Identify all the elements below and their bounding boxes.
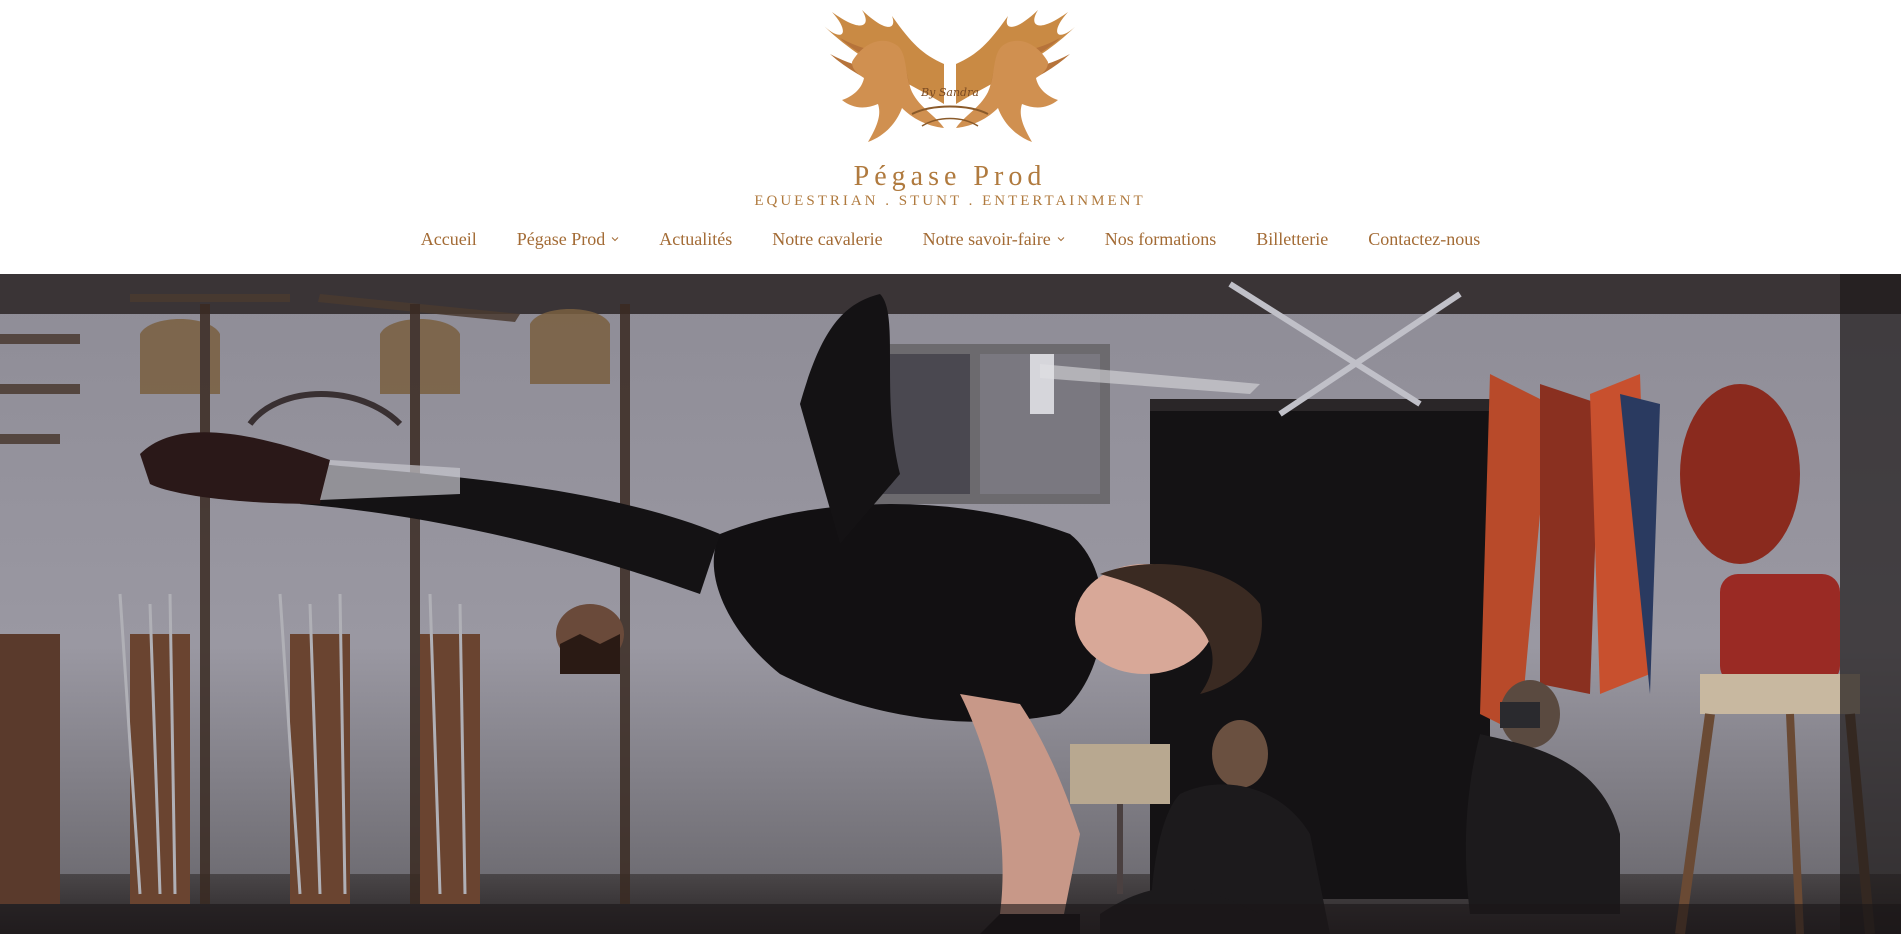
hero-video[interactable] (0, 274, 1901, 934)
nav-item-label: Pégase Prod (516, 228, 606, 249)
hero-video-frame (0, 274, 1901, 934)
chevron-down-icon (1057, 237, 1065, 242)
nav-item-contactez-nous[interactable]: Contactez-nous (1368, 229, 1480, 250)
chevron-down-icon (611, 237, 619, 242)
site-logo[interactable]: By Sandra Pégase Prod EQUESTRIAN . STUNT… (712, 4, 1188, 212)
nav-item-accueil[interactable]: Accueil (421, 229, 477, 250)
winged-horses-emblem-icon: By Sandra (822, 10, 1078, 142)
logo-signature: By Sandra (920, 86, 979, 99)
main-navigation: Accueil Pégase Prod Actualités Notre cav… (0, 224, 1901, 254)
nav-item-billetterie[interactable]: Billetterie (1256, 229, 1328, 250)
nav-item-label: Accueil (420, 228, 477, 249)
nav-item-notre-savoir-faire[interactable]: Notre savoir-faire (923, 229, 1065, 250)
nav-item-label: Notre savoir-faire (922, 228, 1051, 249)
nav-item-label: Nos formations (1104, 228, 1217, 249)
nav-item-label: Contactez-nous (1368, 228, 1481, 249)
site-tagline: EQUESTRIAN . STUNT . ENTERTAINMENT (754, 193, 1146, 209)
site-header: By Sandra Pégase Prod EQUESTRIAN . STUNT… (0, 0, 1901, 274)
nav-item-actualites[interactable]: Actualités (659, 229, 732, 250)
nav-item-label: Billetterie (1256, 228, 1329, 249)
nav-item-nos-formations[interactable]: Nos formations (1105, 229, 1217, 250)
nav-item-notre-cavalerie[interactable]: Notre cavalerie (772, 229, 882, 250)
site-title: Pégase Prod (853, 161, 1047, 192)
nav-item-label: Notre cavalerie (772, 228, 883, 249)
nav-item-pegase-prod[interactable]: Pégase Prod (517, 229, 620, 250)
nav-item-label: Actualités (659, 228, 733, 249)
